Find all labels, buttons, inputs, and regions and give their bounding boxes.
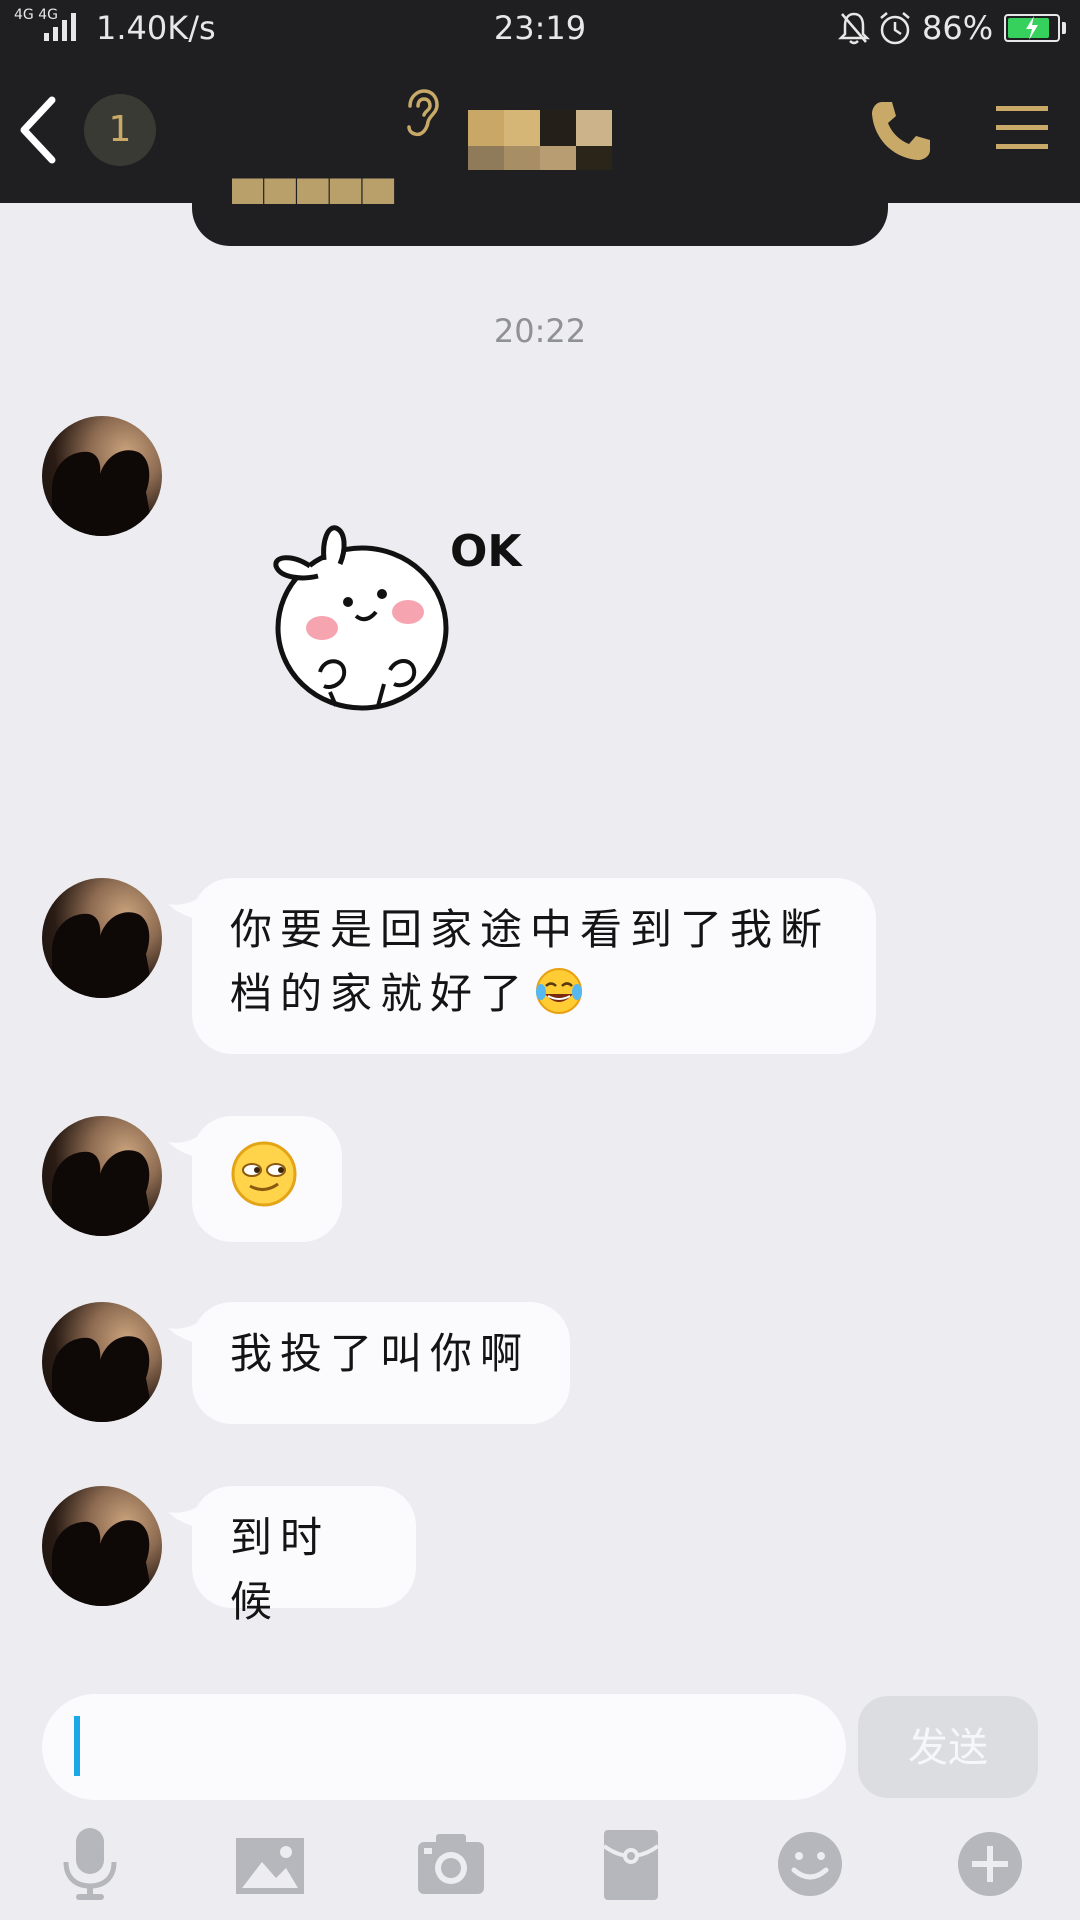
- battery-cap: [1062, 22, 1066, 34]
- message-bubble[interactable]: 你要是回家途中看到了我断 档的家就好了: [168, 878, 876, 1054]
- emoji-icon[interactable]: [768, 1826, 852, 1902]
- clock: 23:19: [493, 9, 587, 47]
- charging-bolt-icon: [1026, 16, 1038, 40]
- avatar[interactable]: [42, 1302, 162, 1422]
- message-text: 到时候: [230, 1513, 331, 1626]
- battery-icon: [1004, 14, 1060, 42]
- status-bar: 4G 4G 1.40K/s 23:19 86%: [0, 0, 1080, 58]
- message-text-line2: 档的家就好了: [230, 962, 838, 1026]
- image-icon[interactable]: [228, 1826, 312, 1902]
- avatar[interactable]: [42, 416, 162, 536]
- phone-call-icon[interactable]: [868, 98, 934, 164]
- smirk-emoji-icon: [231, 1141, 297, 1207]
- text-caret: [74, 1716, 80, 1776]
- battery-percent: 86%: [922, 9, 994, 47]
- sticker-text: OK: [450, 526, 523, 577]
- mute-bell-icon: [838, 12, 870, 45]
- unread-count-badge[interactable]: 1: [84, 94, 156, 166]
- ok-bunny-sticker[interactable]: OK: [262, 520, 532, 720]
- message-timestamp: 20:22: [493, 312, 587, 350]
- message-text-line2-text: 档的家就好了: [230, 969, 531, 1018]
- input-bar: 发送: [0, 1680, 1080, 1920]
- back-arrow-icon[interactable]: [16, 96, 60, 164]
- banner-text-cutoff: ▆▆▆▆▆: [232, 176, 396, 204]
- avatar[interactable]: [42, 1116, 162, 1236]
- alarm-icon: [880, 12, 910, 45]
- message-text: 我投了叫你啊: [230, 1329, 531, 1378]
- message-text-line1: 你要是回家途中看到了我断: [230, 905, 831, 954]
- send-button[interactable]: 发送: [858, 1696, 1038, 1798]
- message-bubble[interactable]: [168, 1116, 342, 1242]
- camera-icon[interactable]: [408, 1826, 492, 1902]
- message-input[interactable]: [42, 1694, 846, 1800]
- tears-of-joy-emoji-icon: [536, 968, 583, 1014]
- pinned-banner[interactable]: ▆▆▆▆▆: [192, 170, 888, 246]
- menu-icon[interactable]: [994, 104, 1050, 152]
- message-bubble[interactable]: 我投了叫你啊: [168, 1302, 570, 1424]
- avatar[interactable]: [42, 878, 162, 998]
- red-packet-icon[interactable]: [588, 1826, 672, 1902]
- microphone-icon[interactable]: [48, 1826, 132, 1902]
- earpiece-mode-icon[interactable]: [402, 88, 440, 140]
- avatar[interactable]: [42, 1486, 162, 1606]
- message-bubble[interactable]: 到时候: [168, 1486, 416, 1626]
- plus-icon[interactable]: [948, 1826, 1032, 1902]
